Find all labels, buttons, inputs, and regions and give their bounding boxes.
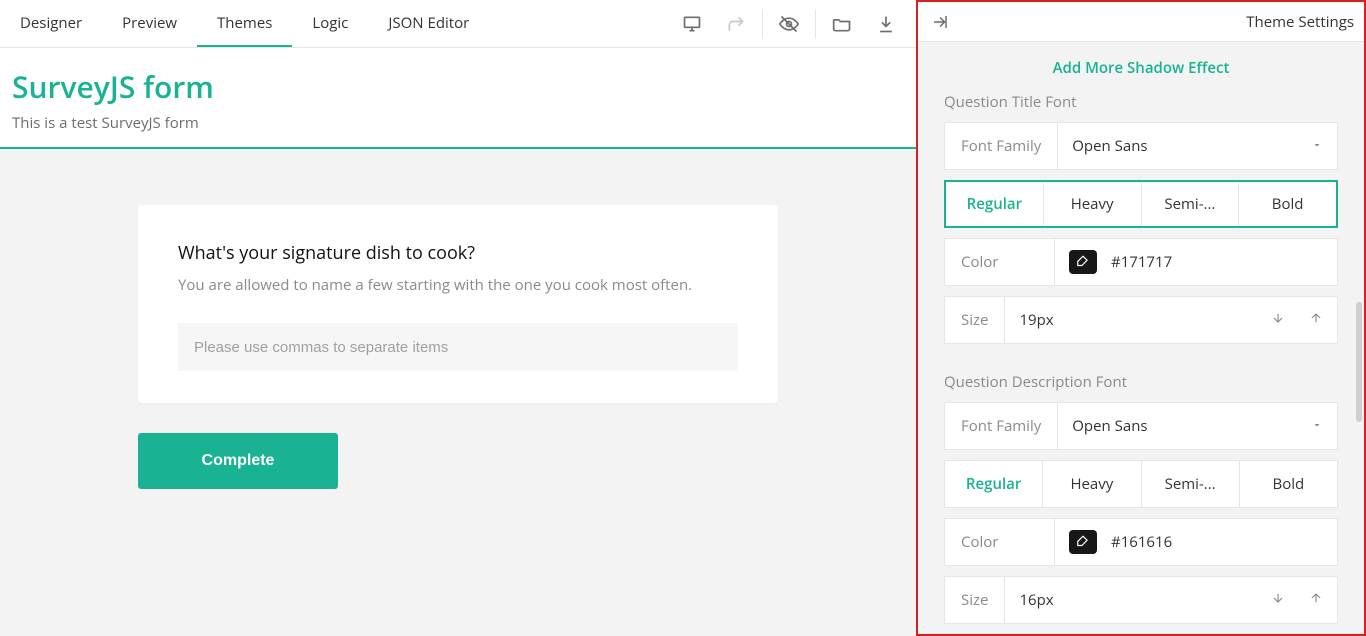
tab-designer[interactable]: Designer: [0, 0, 102, 47]
weight-heavy[interactable]: Heavy: [1044, 182, 1142, 226]
group-label: Question Title Font: [944, 92, 1338, 112]
size-increase-icon[interactable]: [1309, 310, 1323, 330]
visibility-off-icon[interactable]: [767, 4, 811, 44]
topbar-actions: [670, 4, 908, 44]
weight-regular[interactable]: Regular: [945, 461, 1043, 507]
weight-regular[interactable]: Regular: [946, 182, 1044, 226]
main-tabs: Designer Preview Themes Logic JSON Edito…: [0, 0, 489, 47]
question-description: You are allowed to name a few starting w…: [178, 275, 738, 295]
color-field[interactable]: Color #161616: [944, 518, 1338, 566]
survey-header: SurveyJS form This is a test SurveyJS fo…: [0, 48, 916, 147]
question-title-font-group: Question Title Font Font Family Open San…: [944, 92, 1338, 344]
weight-semi[interactable]: Semi-...: [1142, 461, 1240, 507]
font-family-value: Open Sans: [1072, 136, 1147, 156]
panel-header: Theme Settings: [918, 2, 1364, 42]
survey-title: SurveyJS form: [12, 66, 904, 107]
color-swatch-icon[interactable]: [1069, 530, 1097, 554]
size-label: Size: [945, 577, 1005, 623]
size-label: Size: [945, 297, 1005, 343]
download-icon[interactable]: [864, 4, 908, 44]
group-label: Question Description Font: [944, 372, 1338, 392]
size-decrease-icon[interactable]: [1271, 310, 1285, 330]
question-input[interactable]: [178, 323, 738, 371]
size-increase-icon[interactable]: [1309, 590, 1323, 610]
theme-settings-panel: Theme Settings Add More Shadow Effect Qu…: [916, 0, 1366, 636]
question-title: What's your signature dish to cook?: [178, 241, 738, 265]
color-value: #161616: [1111, 532, 1172, 552]
font-family-value: Open Sans: [1072, 416, 1147, 436]
weight-semi[interactable]: Semi-...: [1142, 182, 1240, 226]
font-family-label: Font Family: [945, 123, 1058, 169]
chevron-down-icon: [1311, 136, 1323, 156]
weight-bold[interactable]: Bold: [1240, 461, 1337, 507]
font-weight-segmented: Regular Heavy Semi-... Bold: [944, 180, 1338, 228]
size-field[interactable]: Size 16px: [944, 576, 1338, 624]
scrollbar-thumb[interactable]: [1356, 302, 1362, 422]
device-preview-icon[interactable]: [670, 4, 714, 44]
separator: [762, 9, 763, 39]
font-family-select[interactable]: Font Family Open Sans: [944, 402, 1338, 450]
size-decrease-icon[interactable]: [1271, 590, 1285, 610]
size-field[interactable]: Size 19px: [944, 296, 1338, 344]
open-folder-icon[interactable]: [820, 4, 864, 44]
topbar: Designer Preview Themes Logic JSON Edito…: [0, 0, 916, 48]
chevron-down-icon: [1311, 416, 1323, 436]
weight-bold[interactable]: Bold: [1239, 182, 1336, 226]
redo-icon: [714, 4, 758, 44]
font-family-label: Font Family: [945, 403, 1058, 449]
panel-body[interactable]: Add More Shadow Effect Question Title Fo…: [918, 42, 1364, 634]
color-swatch-icon[interactable]: [1069, 250, 1097, 274]
question-card: What's your signature dish to cook? You …: [138, 205, 778, 403]
font-family-select[interactable]: Font Family Open Sans: [944, 122, 1338, 170]
panel-title: Theme Settings: [1246, 12, 1354, 32]
survey-description: This is a test SurveyJS form: [12, 113, 904, 133]
add-shadow-effect-link[interactable]: Add More Shadow Effect: [1053, 58, 1230, 78]
weight-heavy[interactable]: Heavy: [1043, 461, 1141, 507]
color-field[interactable]: Color #171717: [944, 238, 1338, 286]
complete-button[interactable]: Complete: [138, 433, 338, 489]
color-label: Color: [945, 519, 1055, 565]
size-value: 16px: [1019, 590, 1053, 610]
color-value: #171717: [1111, 252, 1172, 272]
preview-canvas: What's your signature dish to cook? You …: [0, 147, 916, 636]
size-value: 19px: [1019, 310, 1053, 330]
color-label: Color: [945, 239, 1055, 285]
question-description-font-group: Question Description Font Font Family Op…: [944, 372, 1338, 624]
collapse-panel-icon[interactable]: [928, 10, 952, 34]
tab-preview[interactable]: Preview: [102, 0, 197, 47]
separator: [815, 9, 816, 39]
tab-json-editor[interactable]: JSON Editor: [368, 0, 489, 47]
tab-logic[interactable]: Logic: [292, 0, 368, 47]
font-weight-segmented: Regular Heavy Semi-... Bold: [944, 460, 1338, 508]
tab-themes[interactable]: Themes: [197, 0, 292, 47]
